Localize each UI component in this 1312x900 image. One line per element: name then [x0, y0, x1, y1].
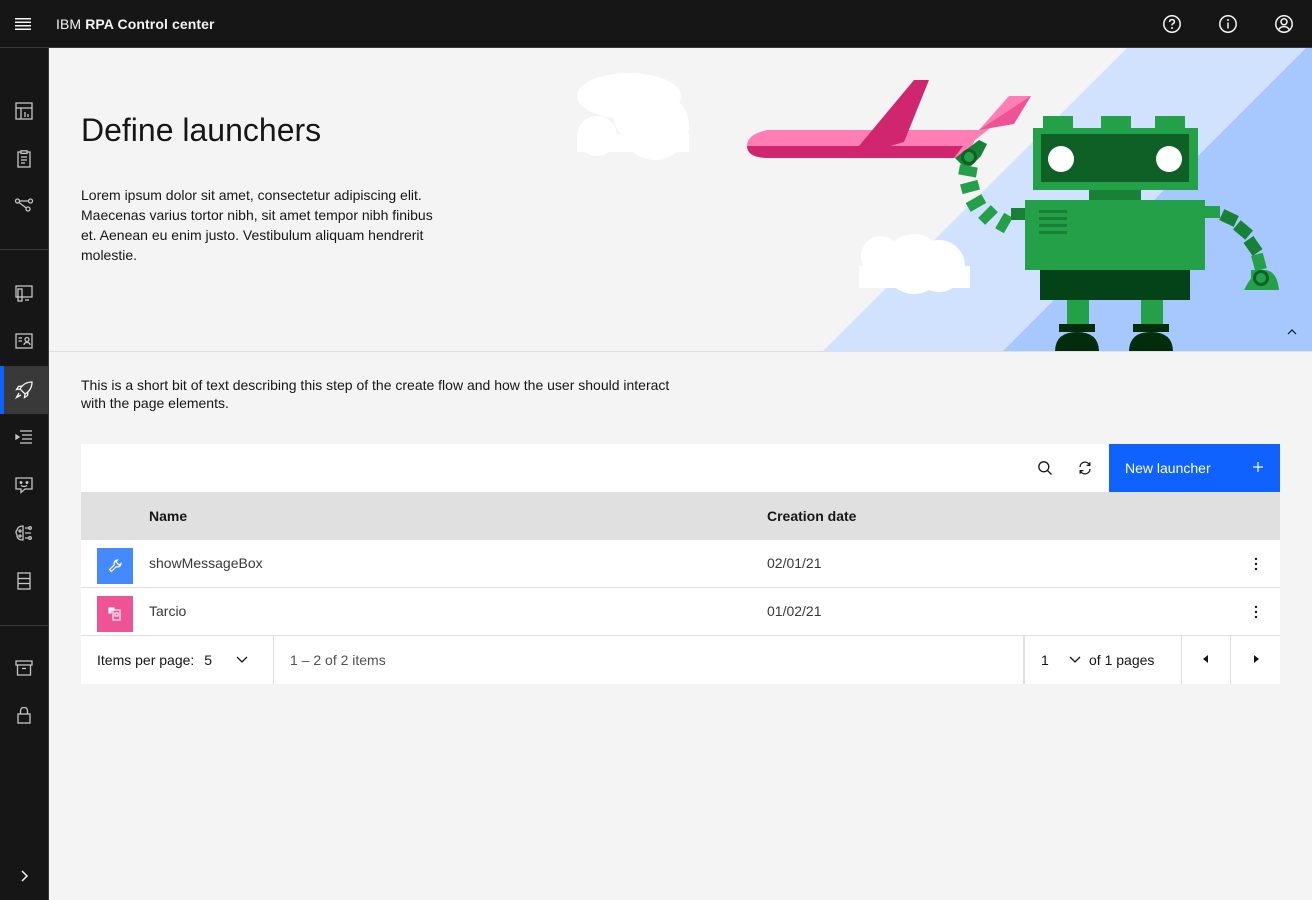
mobile-qr-icon	[97, 596, 133, 632]
launchers-table: New launcher Name Creation date showMess…	[81, 444, 1280, 684]
items-per-page[interactable]: Items per page: 5	[81, 636, 274, 684]
help-icon[interactable]	[1144, 0, 1200, 48]
page-banner: Define launchers Lorem ipsum dolor sit a…	[49, 48, 1312, 352]
page-title: Define launchers	[81, 112, 322, 148]
column-header-creation-date[interactable]: Creation date	[767, 508, 856, 524]
data-table-icon[interactable]	[0, 557, 48, 605]
page-number-select[interactable]: 1	[1041, 652, 1067, 668]
step-description: This is a short bit of text describing t…	[81, 377, 670, 411]
creation-date: 01/02/21	[767, 603, 822, 619]
overflow-menu-icon[interactable]	[1248, 556, 1264, 572]
chevron-up-icon[interactable]	[1284, 324, 1300, 340]
refresh-icon[interactable]	[1065, 444, 1105, 492]
flow-icon[interactable]	[0, 181, 48, 229]
banner-description: Lorem ipsum dolor sit amet, consectetur …	[81, 187, 433, 263]
chevron-down-icon[interactable]	[1067, 651, 1083, 670]
items-per-page-select[interactable]: 5	[204, 652, 234, 668]
page-select[interactable]: 1 of 1 pages	[1024, 636, 1182, 684]
brand-prefix: IBM	[56, 15, 82, 32]
task-list-icon[interactable]	[0, 413, 48, 461]
launcher-name: Tarcio	[149, 603, 187, 619]
chevron-down-icon[interactable]	[234, 651, 250, 670]
computer-icon[interactable]	[0, 269, 48, 317]
menu-icon[interactable]	[0, 0, 48, 48]
wrench-icon	[97, 548, 133, 584]
launcher-name: showMessageBox	[149, 555, 263, 571]
overflow-menu-icon[interactable]	[1248, 604, 1264, 620]
airplane	[747, 80, 1031, 158]
robot-head	[1033, 116, 1198, 200]
creation-date: 02/01/21	[767, 555, 822, 571]
user-avatar-icon[interactable]	[1256, 0, 1312, 48]
clipboard-icon[interactable]	[0, 135, 48, 183]
items-per-page-label: Items per page:	[97, 652, 195, 668]
archive-icon[interactable]	[0, 644, 48, 692]
previous-page-button[interactable]	[1182, 636, 1231, 684]
column-header-name[interactable]: Name	[149, 508, 187, 524]
add-icon	[1252, 460, 1264, 476]
dashboard-icon[interactable]	[0, 87, 48, 135]
item-range-text: 1 – 2 of 2 items	[290, 652, 386, 668]
top-header: IBM RPA Control center	[0, 0, 1312, 48]
table-row[interactable]: Tarcio 01/02/21	[81, 588, 1280, 636]
table-row[interactable]: showMessageBox 02/01/21	[81, 540, 1280, 588]
caret-right-icon	[1248, 651, 1264, 670]
brand-name: RPA Control center	[85, 15, 215, 32]
chatbot-icon[interactable]	[0, 461, 48, 509]
table-toolbar: New launcher	[81, 444, 1280, 492]
side-navigation	[0, 48, 49, 900]
machine-learning-icon[interactable]	[0, 509, 48, 557]
new-launcher-button[interactable]: New launcher	[1109, 444, 1280, 492]
id-card-icon[interactable]	[0, 317, 48, 365]
information-icon[interactable]	[1200, 0, 1256, 48]
cloud	[577, 73, 689, 160]
total-pages-text: of 1 pages	[1089, 652, 1155, 668]
rocket-icon[interactable]	[0, 366, 48, 414]
nav-divider	[0, 249, 48, 250]
item-range: 1 – 2 of 2 items	[274, 636, 1024, 684]
nav-divider	[0, 625, 48, 626]
search-icon[interactable]	[1025, 444, 1065, 492]
caret-left-icon	[1198, 651, 1214, 670]
app-title[interactable]: IBM RPA Control center	[56, 16, 215, 32]
pagination: Items per page: 5 1 – 2 of 2 items 1 of …	[81, 636, 1280, 684]
new-launcher-label: New launcher	[1125, 460, 1211, 476]
lock-icon[interactable]	[0, 691, 48, 739]
chevron-right-icon[interactable]	[0, 852, 48, 900]
table-header: Name Creation date	[81, 492, 1280, 540]
next-page-button[interactable]	[1231, 636, 1280, 684]
